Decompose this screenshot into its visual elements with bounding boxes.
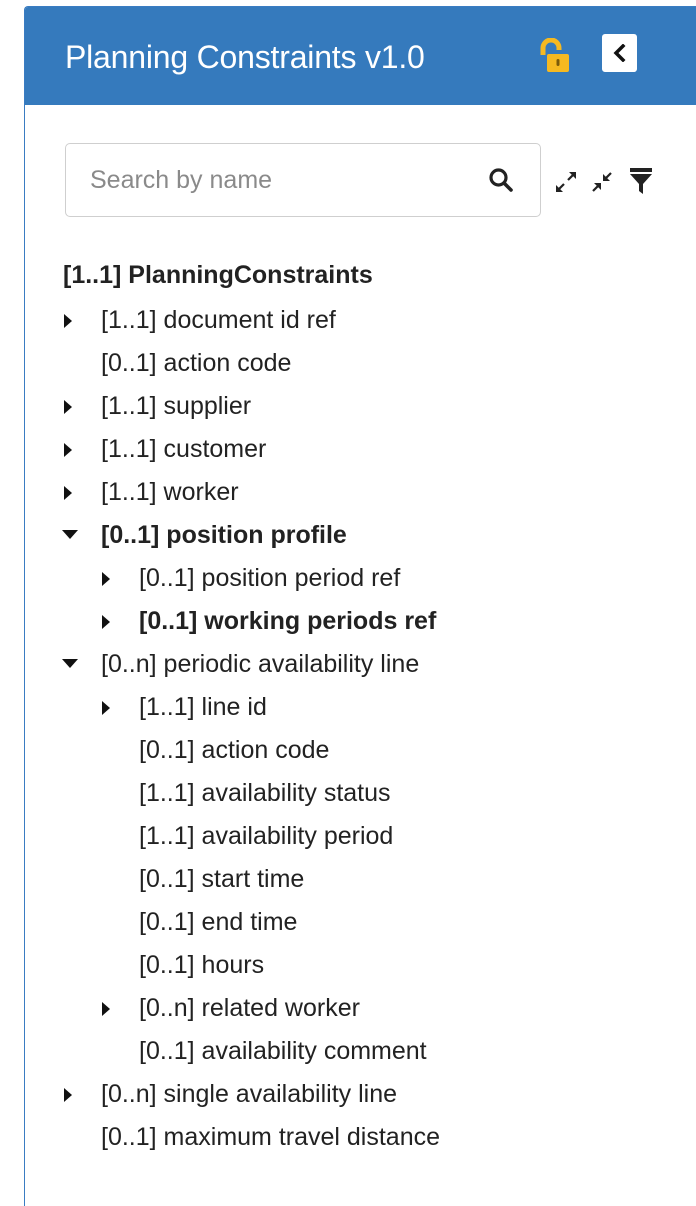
- filter-icon[interactable]: [629, 167, 653, 200]
- tree-root[interactable]: [1..1] PlanningConstraints: [57, 255, 696, 295]
- tree-item[interactable]: [0..1] end time: [57, 901, 696, 944]
- tree-item[interactable]: [1..1] document id ref: [57, 299, 696, 342]
- tree-item[interactable]: [0..1] availability comment: [57, 1030, 696, 1073]
- search-box: [65, 143, 541, 217]
- tree-item-label: [1..1] document id ref: [101, 306, 336, 334]
- caret-right-icon[interactable]: [97, 600, 117, 643]
- tree-item[interactable]: [0..1] position profile: [57, 514, 696, 557]
- tree-item[interactable]: [0..n] single availability line: [57, 1073, 696, 1116]
- tree-item[interactable]: [1..1] worker: [57, 471, 696, 514]
- planning-constraints-panel: Planning Constraints v1.0 Search by name…: [24, 6, 696, 1206]
- tree-item-label: [0..1] position profile: [101, 521, 347, 549]
- tree-item-label: [1..1] worker: [101, 478, 239, 506]
- tree-item-label: [0..1] end time: [139, 908, 298, 936]
- caret-right-icon[interactable]: [97, 686, 117, 729]
- tree-item-label: [0..1] position period ref: [139, 564, 401, 592]
- tree-item-label: [0..1] hours: [139, 951, 265, 979]
- tree-item[interactable]: [0..1] action code: [57, 342, 696, 385]
- tree-item[interactable]: [0..n] periodic availability line: [57, 643, 696, 686]
- tree-item[interactable]: [0..1] action code: [57, 729, 696, 772]
- caret-right-icon[interactable]: [59, 1073, 79, 1116]
- tree-item-label: [0..n] related worker: [139, 994, 360, 1022]
- tree-item-label: [1..1] supplier: [101, 392, 252, 420]
- chevron-left-icon: [613, 44, 626, 62]
- tree-item[interactable]: [0..1] working periods ref: [57, 600, 696, 643]
- collapse-panel-button[interactable]: [602, 34, 637, 72]
- tree-item-label: [0..n] single availability line: [101, 1080, 397, 1108]
- caret-right-icon[interactable]: [59, 385, 79, 428]
- tree-item-label: [0..n] periodic availability line: [101, 650, 420, 678]
- caret-right-icon[interactable]: [97, 557, 117, 600]
- caret-right-icon[interactable]: [97, 987, 117, 1030]
- tree-item[interactable]: [0..1] maximum travel distance: [57, 1116, 696, 1159]
- tree-item-label: [1..1] customer: [101, 435, 267, 463]
- caret-right-icon[interactable]: [59, 299, 79, 342]
- tree-item[interactable]: [1..1] line id: [57, 686, 696, 729]
- unlocked-padlock-icon[interactable]: [538, 37, 570, 74]
- tree-item-label: [1..1] availability period: [139, 822, 394, 850]
- tree-item[interactable]: [0..1] start time: [57, 858, 696, 901]
- tree-item-label: [1..1] line id: [139, 693, 267, 721]
- tree-item-label: [0..1] action code: [139, 736, 330, 764]
- expand-all-icon[interactable]: [555, 171, 577, 198]
- tree-item[interactable]: [1..1] supplier: [57, 385, 696, 428]
- caret-down-icon[interactable]: [59, 514, 79, 557]
- tree-item[interactable]: [1..1] availability period: [57, 815, 696, 858]
- panel-title: Planning Constraints v1.0: [65, 39, 425, 75]
- tree-item-label: [0..1] working periods ref: [139, 607, 437, 635]
- tree-item[interactable]: [0..n] related worker: [57, 987, 696, 1030]
- tree-item[interactable]: [1..1] customer: [57, 428, 696, 471]
- tree-item[interactable]: [0..1] hours: [57, 944, 696, 987]
- search-icon[interactable]: [488, 167, 514, 198]
- caret-down-icon[interactable]: [59, 643, 79, 686]
- tree-item[interactable]: [0..1] position period ref: [57, 557, 696, 600]
- caret-right-icon[interactable]: [59, 428, 79, 471]
- tree-item-label: [1..1] availability status: [139, 779, 391, 807]
- tree-item-label: [0..1] availability comment: [139, 1037, 427, 1065]
- panel-header: Planning Constraints v1.0: [25, 7, 696, 105]
- collapse-all-icon[interactable]: [591, 171, 613, 198]
- tree-item-label: [0..1] start time: [139, 865, 305, 893]
- tree-item-label: [0..1] action code: [101, 349, 292, 377]
- caret-right-icon[interactable]: [59, 471, 79, 514]
- tree-item[interactable]: [1..1] availability status: [57, 772, 696, 815]
- search-input[interactable]: [90, 162, 470, 198]
- tree-item-label: [0..1] maximum travel distance: [101, 1123, 441, 1151]
- tree-root-label: [1..1] PlanningConstraints: [63, 261, 373, 289]
- schema-tree: [1..1] PlanningConstraints [1..1] docume…: [57, 255, 696, 1159]
